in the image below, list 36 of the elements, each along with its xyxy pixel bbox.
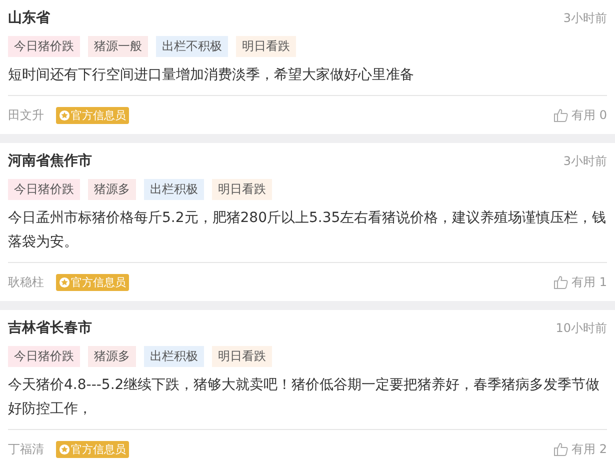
thumbs-up-icon xyxy=(552,107,569,123)
thumbs-up-icon xyxy=(552,274,569,290)
post-text: 今日孟州市标猪价格每斤5.2元，肥猪280斤以上5.35左右看猪说价格，建议养殖场谨慎压栏，钱落袋为安。 xyxy=(8,206,607,263)
tag: 今日猪价跌 xyxy=(8,36,80,57)
author-name: 田文升 xyxy=(8,106,44,124)
tag: 明日看跌 xyxy=(212,179,272,200)
badge-label: 官方信息员 xyxy=(71,108,126,122)
tag: 猪源多 xyxy=(88,346,136,367)
badge-label: 官方信息员 xyxy=(71,274,126,290)
tag: 今日猪价跌 xyxy=(8,346,80,367)
useful-button[interactable]: 有用 0 xyxy=(552,106,607,124)
location-title: 河南省焦作市 xyxy=(8,152,92,170)
star-icon xyxy=(59,444,70,454)
tag: 出栏积极 xyxy=(144,346,204,367)
tag: 出栏积极 xyxy=(144,179,204,200)
tag: 明日看跌 xyxy=(236,36,296,57)
tag: 猪源一般 xyxy=(88,36,148,57)
post-time: 3小时前 xyxy=(563,152,607,170)
author-name: 耿稳柱 xyxy=(8,274,44,290)
tag: 猪源多 xyxy=(88,179,136,200)
post-time: 10小时前 xyxy=(556,320,607,336)
tag: 明日看跌 xyxy=(212,346,272,367)
location-title: 吉林省长春市 xyxy=(8,319,92,337)
post-text: 短时间还有下行空间进口量增加消费淡季，希望大家做好心里准备 xyxy=(8,63,607,96)
post-text: 今天猪价4.8---5.2继续下跌，猪够大就卖吧！猪价低谷期一定要把猪养好，春季猪病多发季节做好防控工作， xyxy=(8,373,607,430)
badge-label: 官方信息员 xyxy=(71,442,126,456)
author-name: 丁福清 xyxy=(8,440,44,458)
star-icon xyxy=(59,110,70,120)
useful-button[interactable]: 有用 2 xyxy=(552,440,607,458)
location-title: 山东省 xyxy=(8,9,50,27)
thumbs-up-icon xyxy=(552,441,569,457)
tag: 今日猪价跌 xyxy=(8,179,80,200)
post-time: 3小时前 xyxy=(563,10,607,26)
useful-button[interactable]: 有用 1 xyxy=(552,274,607,290)
tag: 出栏不积极 xyxy=(156,36,228,57)
star-icon xyxy=(59,276,70,288)
